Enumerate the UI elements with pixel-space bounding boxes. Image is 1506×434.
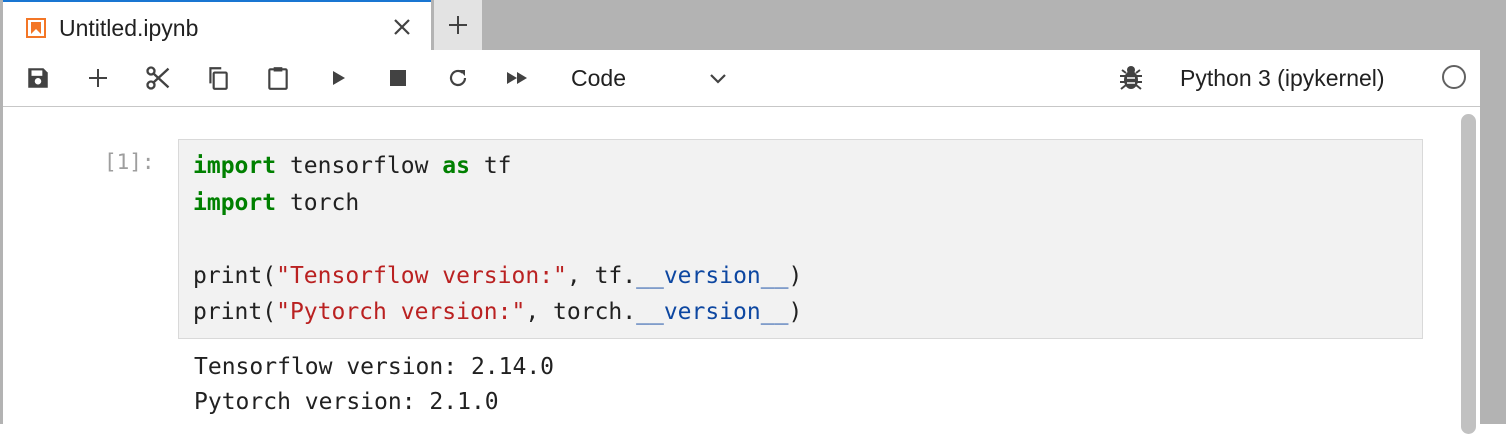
code-token: , torch. (525, 299, 637, 325)
plus-icon (449, 16, 467, 34)
stop-icon (390, 70, 406, 86)
run-button[interactable] (324, 64, 352, 92)
code-token: ) (788, 299, 803, 325)
code-string: "Pytorch version:" (276, 299, 526, 325)
output-line: Pytorch version: 2.1.0 (194, 389, 499, 415)
code-token: , tf. (566, 262, 637, 289)
tab-title: Untitled.ipynb (59, 15, 199, 41)
code-keyword: import (193, 189, 277, 216)
notebook-icon (26, 18, 46, 38)
cell-prompt: [1]: (104, 150, 155, 174)
restart-icon (449, 69, 467, 87)
run-all-icon (507, 72, 527, 84)
run-icon (333, 71, 345, 85)
new-tab-button[interactable] (434, 0, 482, 50)
output-line: Tensorflow version: 2.14.0 (194, 354, 555, 380)
cell-type-select[interactable]: Code (571, 63, 626, 93)
paste-icon (268, 67, 288, 90)
save-button[interactable] (24, 64, 52, 92)
code-token: print( (193, 299, 277, 325)
paste-button[interactable] (264, 64, 292, 92)
code-content[interactable]: import tensorflow as tf import torch prin… (193, 148, 802, 331)
code-keyword: as (442, 153, 470, 179)
cut-icon (146, 66, 170, 90)
copy-button[interactable] (204, 64, 232, 92)
right-border (1480, 50, 1506, 424)
code-token: tf (469, 153, 512, 179)
cut-button[interactable] (144, 64, 172, 92)
save-icon (28, 68, 48, 88)
code-line: print("Tensorflow version:", tf.__versio… (193, 258, 802, 295)
code-line: print("Pytorch version:", torch.__versio… (193, 294, 802, 331)
restart-button[interactable] (444, 64, 472, 92)
close-icon[interactable] (392, 17, 412, 37)
interrupt-button[interactable] (384, 64, 412, 92)
add-cell-icon (89, 69, 107, 87)
insert-cell-button[interactable] (84, 64, 112, 92)
run-all-button[interactable] (504, 64, 532, 92)
tab-bar: Untitled.ipynb (0, 0, 1506, 50)
kernel-status-icon (1442, 65, 1466, 89)
code-attribute: __version__ (636, 262, 789, 289)
code-token: tensorflow (276, 153, 443, 179)
code-token: ) (788, 262, 803, 289)
notebook-toolbar: Code Python 3 (ipykernel) (3, 50, 1480, 107)
code-line: import tensorflow as tf (193, 148, 802, 185)
debugger-icon[interactable] (1118, 64, 1144, 92)
tab-notebook[interactable]: Untitled.ipynb (3, 0, 431, 50)
code-string: "Tensorflow version:" (276, 262, 567, 289)
copy-icon (209, 67, 228, 90)
scrollbar[interactable] (1461, 114, 1476, 434)
code-attribute: __version__ (636, 299, 789, 325)
code-token: torch (276, 189, 360, 216)
code-cell-editor[interactable]: import tensorflow as tf import torch prin… (178, 139, 1423, 339)
code-line: import torch (193, 185, 802, 222)
kernel-name[interactable]: Python 3 (ipykernel) (1180, 63, 1385, 93)
code-keyword: import (193, 153, 277, 179)
cell-output: Tensorflow version: 2.14.0 Pytorch versio… (194, 350, 554, 420)
chevron-down-icon[interactable] (707, 67, 729, 89)
code-token: print( (193, 262, 277, 289)
